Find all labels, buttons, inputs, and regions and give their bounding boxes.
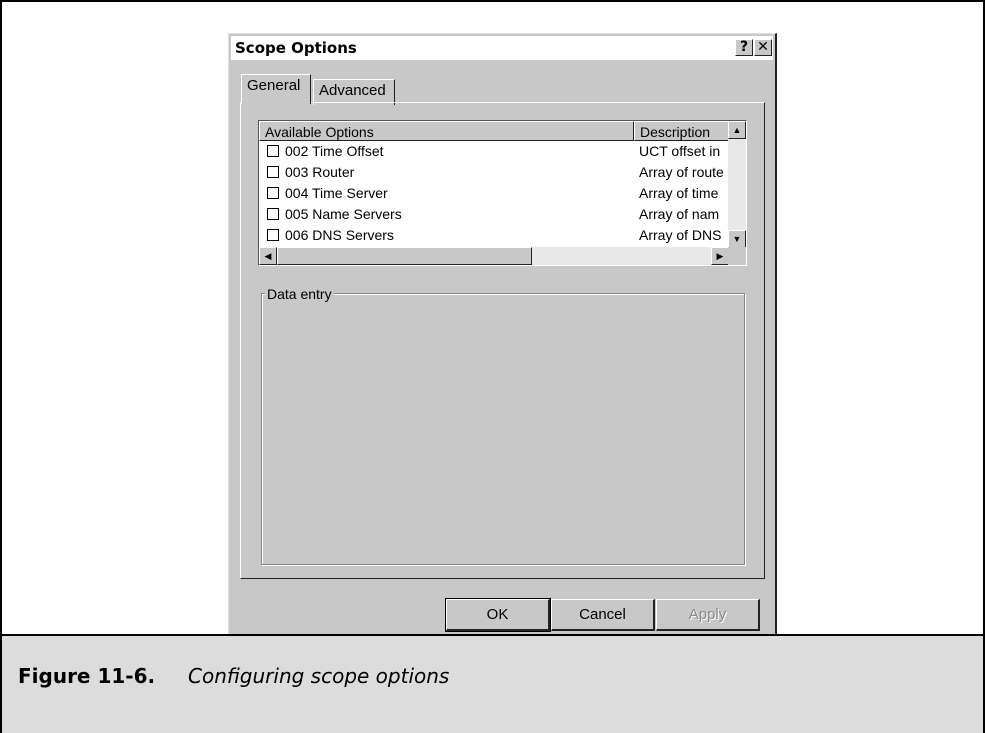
scroll-left-icon[interactable]: ◀ — [259, 247, 277, 265]
option-checkbox[interactable] — [267, 145, 279, 157]
option-checkbox[interactable] — [267, 166, 279, 178]
ok-button[interactable]: OK — [445, 598, 551, 632]
available-options-list[interactable]: Available Options Description 002 Time O… — [258, 120, 747, 266]
option-description: Array of route — [639, 164, 724, 180]
option-checkbox[interactable] — [267, 187, 279, 199]
data-entry-group — [261, 293, 745, 565]
tab-general[interactable]: General — [241, 74, 311, 104]
option-checkbox[interactable] — [267, 208, 279, 220]
title-bar[interactable]: Scope Options ? ✕ — [231, 36, 773, 60]
option-description: Array of DNS — [639, 227, 722, 243]
list-item[interactable]: 002 Time Offset UCT offset in — [259, 141, 729, 162]
data-entry-label: Data entry — [265, 286, 334, 302]
horizontal-scroll-thumb[interactable] — [277, 247, 532, 265]
list-item[interactable]: 004 Time Server Array of time — [259, 183, 729, 204]
list-item[interactable]: 006 DNS Servers Array of DNS — [259, 225, 729, 246]
horizontal-scrollbar[interactable]: ◀ ▶ — [259, 247, 729, 265]
option-description: UCT offset in — [639, 143, 721, 159]
list-item[interactable]: 005 Name Servers Array of nam — [259, 204, 729, 225]
column-header-available-options[interactable]: Available Options — [259, 121, 634, 141]
option-checkbox[interactable] — [267, 229, 279, 241]
scrollbar-corner — [728, 247, 746, 265]
scroll-down-icon[interactable]: ▼ — [728, 230, 746, 248]
vertical-scrollbar[interactable]: ▲ ▼ — [728, 121, 746, 248]
figure-number: Figure 11-6. — [18, 664, 156, 688]
apply-button[interactable]: Apply — [656, 599, 760, 631]
column-header-description[interactable]: Description — [634, 121, 729, 141]
list-header: Available Options Description — [259, 121, 746, 141]
scope-options-dialog: Scope Options ? ✕ General Advanced Avail… — [228, 33, 777, 641]
list-item[interactable]: 003 Router Array of route — [259, 162, 729, 183]
option-name: 005 Name Servers — [285, 206, 402, 222]
option-description: Array of time — [639, 185, 719, 201]
scroll-up-icon[interactable]: ▲ — [728, 121, 746, 139]
option-name: 003 Router — [285, 164, 355, 180]
figure-caption-text: Configuring scope options — [188, 664, 450, 688]
figure-caption: Figure 11-6. Configuring scope options — [2, 634, 983, 733]
dialog-title: Scope Options — [235, 39, 357, 57]
option-name: 006 DNS Servers — [285, 227, 394, 243]
scroll-right-icon[interactable]: ▶ — [711, 247, 729, 265]
option-name: 002 Time Offset — [285, 143, 384, 159]
help-button[interactable]: ? — [735, 39, 753, 56]
figure-frame: Scope Options ? ✕ General Advanced Avail… — [0, 0, 985, 733]
cancel-button[interactable]: Cancel — [551, 599, 655, 631]
option-name: 004 Time Server — [285, 185, 388, 201]
option-description: Array of nam — [639, 206, 720, 222]
close-button[interactable]: ✕ — [754, 39, 772, 56]
